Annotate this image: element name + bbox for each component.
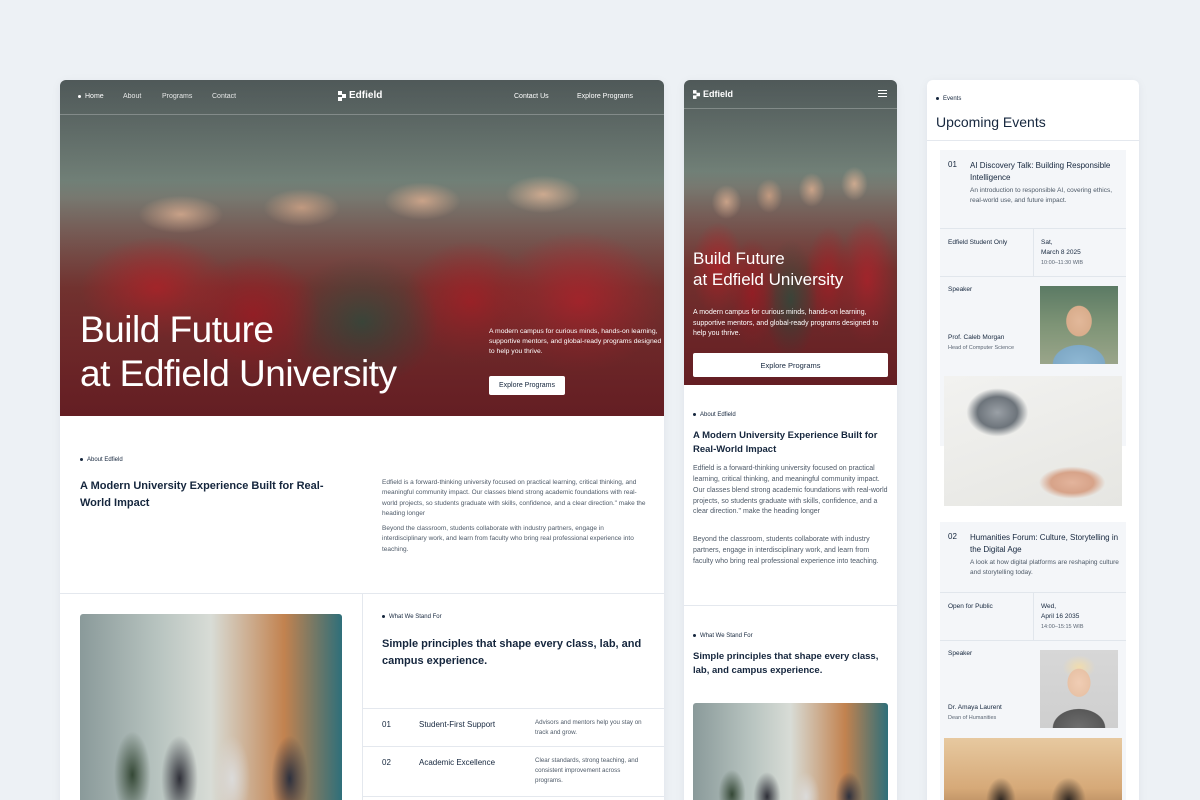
hero-description: A modern campus for curious minds, hands… xyxy=(489,328,662,356)
event-time: 14:00–15:15 WIB xyxy=(1041,624,1084,630)
students-corridor-photo xyxy=(80,614,342,800)
mobile-values-heading: Simple principles that shape every class… xyxy=(693,651,879,676)
nav-about[interactable]: About xyxy=(123,93,141,100)
mobile-values-section: What We Stand For Simple principles that… xyxy=(684,606,897,800)
edfield-logo-icon xyxy=(338,90,346,101)
event-date: March 8 2025 xyxy=(1041,249,1081,256)
event-description: An introduction to responsible AI, cover… xyxy=(970,187,1112,205)
speaker-photo xyxy=(1040,286,1118,364)
event-audience: Open for Public xyxy=(948,603,993,610)
about-tag: About Edfield xyxy=(80,457,123,463)
mobile-explore-programs-button[interactable]: Explore Programs xyxy=(693,353,888,377)
events-tag: Events xyxy=(936,96,961,102)
mobile-header: Edfield xyxy=(684,80,897,108)
event-description: A look at how digital platforms are resh… xyxy=(970,559,1119,577)
event-number: 02 xyxy=(948,532,957,541)
speaker-photo xyxy=(1040,650,1118,728)
hero-explore-programs-button[interactable]: Explore Programs xyxy=(489,376,565,395)
bullet-icon xyxy=(693,633,696,637)
hero-title: Build Future at Edfield University xyxy=(80,308,397,397)
mobile-preview: Edfield Build Future at Edfield Universi… xyxy=(684,80,897,800)
bullet-icon xyxy=(382,614,385,618)
event-image-sunset xyxy=(944,738,1122,800)
values-tag-label: What We Stand For xyxy=(389,614,442,620)
principle-number: 02 xyxy=(382,758,391,767)
events-preview: Events Upcoming Events 01 AI Discovery T… xyxy=(927,80,1139,800)
principle-number: 01 xyxy=(382,720,391,729)
event-audience: Edfield Student Only xyxy=(948,239,1008,246)
mobile-hero-section: Edfield Build Future at Edfield Universi… xyxy=(684,80,897,385)
mobile-hero-title: Build Future at Edfield University xyxy=(693,248,843,291)
mobile-about-heading: A Modern University Experience Built for… xyxy=(693,430,878,455)
mobile-logo[interactable]: Edfield xyxy=(693,89,733,99)
speaker-name: Prof. Caleb Morgan xyxy=(948,334,1005,341)
values-tag: What We Stand For xyxy=(382,614,442,620)
hamburger-menu-icon[interactable] xyxy=(878,90,887,97)
desktop-preview: Home About Programs Contact Edfield Cont… xyxy=(60,80,664,800)
events-tag-label: Events xyxy=(943,96,962,102)
about-paragraph-1: Edfield is a forward-thinking university… xyxy=(382,479,646,518)
nav-home[interactable]: Home xyxy=(78,93,104,100)
speaker-role: Head of Computer Science xyxy=(948,345,1015,351)
mobile-students-photo xyxy=(693,703,888,800)
mobile-about-paragraph-2: Beyond the classroom, students collabora… xyxy=(693,536,879,565)
event-day: Sat, xyxy=(1041,239,1053,246)
principle-description: Advisors and mentors help you stay on tr… xyxy=(535,719,642,736)
logo[interactable]: Edfield xyxy=(338,90,382,101)
values-heading: Simple principles that shape every class… xyxy=(382,638,642,667)
bullet-icon xyxy=(693,412,696,416)
principle-row: 01 Student-First Support Advisors and me… xyxy=(363,708,664,746)
logo-text: Edfield xyxy=(349,90,383,101)
mobile-values-tag: What We Stand For xyxy=(693,633,753,639)
event-time: 10:00–11:30 WIB xyxy=(1041,260,1084,266)
event-title: Humanities Forum: Culture, Storytelling … xyxy=(970,533,1119,554)
mobile-logo-text: Edfield xyxy=(703,89,734,99)
hero-section: Home About Programs Contact Edfield Cont… xyxy=(60,80,664,416)
about-section: About Edfield A Modern University Experi… xyxy=(60,416,664,594)
speaker-label: Speaker xyxy=(948,650,973,657)
bullet-icon xyxy=(80,457,83,461)
mobile-about-tag: About Edfield xyxy=(693,412,736,418)
nav-home-label: Home xyxy=(85,93,104,100)
nav-programs[interactable]: Programs xyxy=(162,93,192,100)
event-image-robot-hand xyxy=(944,376,1122,506)
event-date: April 16 2035 xyxy=(1041,613,1080,620)
about-heading: A Modern University Experience Built for… xyxy=(80,480,324,509)
mobile-hero-title-line-1: Build Future xyxy=(693,249,785,268)
edfield-logo-icon xyxy=(693,89,700,99)
contact-us-link[interactable]: Contact Us xyxy=(514,93,549,100)
hero-title-line-1: Build Future xyxy=(80,309,274,350)
principle-row: 02 Academic Excellence Clear standards, … xyxy=(363,746,664,796)
nav-contact[interactable]: Contact xyxy=(212,93,236,100)
speaker-name: Dr. Amaya Laurent xyxy=(948,704,1002,711)
principle-title: Student-First Support xyxy=(419,720,496,729)
mobile-about-tag-label: About Edfield xyxy=(700,412,736,418)
top-nav: Home About Programs Contact Edfield Cont… xyxy=(60,80,664,114)
mobile-hero-description: A modern campus for curious minds, hands… xyxy=(693,309,879,337)
principle-description: Clear standards, strong teaching, and co… xyxy=(535,757,639,784)
mobile-hero-title-line-2: at Edfield University xyxy=(693,270,844,290)
event-card[interactable]: 01 AI Discovery Talk: Building Responsib… xyxy=(940,150,1126,506)
hero-title-line-2: at Edfield University xyxy=(80,353,397,395)
nav-explore-programs-link[interactable]: Explore Programs xyxy=(577,93,633,100)
mobile-about-paragraph-1: Edfield is a forward-thinking university… xyxy=(693,465,888,516)
bullet-icon xyxy=(936,96,939,100)
about-paragraph-2: Beyond the classroom, students collabora… xyxy=(382,525,634,553)
mobile-values-tag-label: What We Stand For xyxy=(700,633,753,639)
event-day: Wed, xyxy=(1041,603,1057,610)
speaker-label: Speaker xyxy=(948,286,973,293)
active-dot-icon xyxy=(78,94,81,98)
values-section: What We Stand For Simple principles that… xyxy=(60,594,664,800)
event-number: 01 xyxy=(948,160,957,169)
events-title: Upcoming Events xyxy=(936,114,1046,130)
event-card[interactable]: 02 Humanities Forum: Culture, Storytelli… xyxy=(940,522,1126,800)
speaker-role: Dean of Humanities xyxy=(948,715,997,721)
about-tag-label: About Edfield xyxy=(87,457,123,463)
mobile-about-section: About Edfield A Modern University Experi… xyxy=(684,385,897,605)
principle-title: Academic Excellence xyxy=(419,758,496,767)
event-title: AI Discovery Talk: Building Responsible … xyxy=(970,161,1111,182)
